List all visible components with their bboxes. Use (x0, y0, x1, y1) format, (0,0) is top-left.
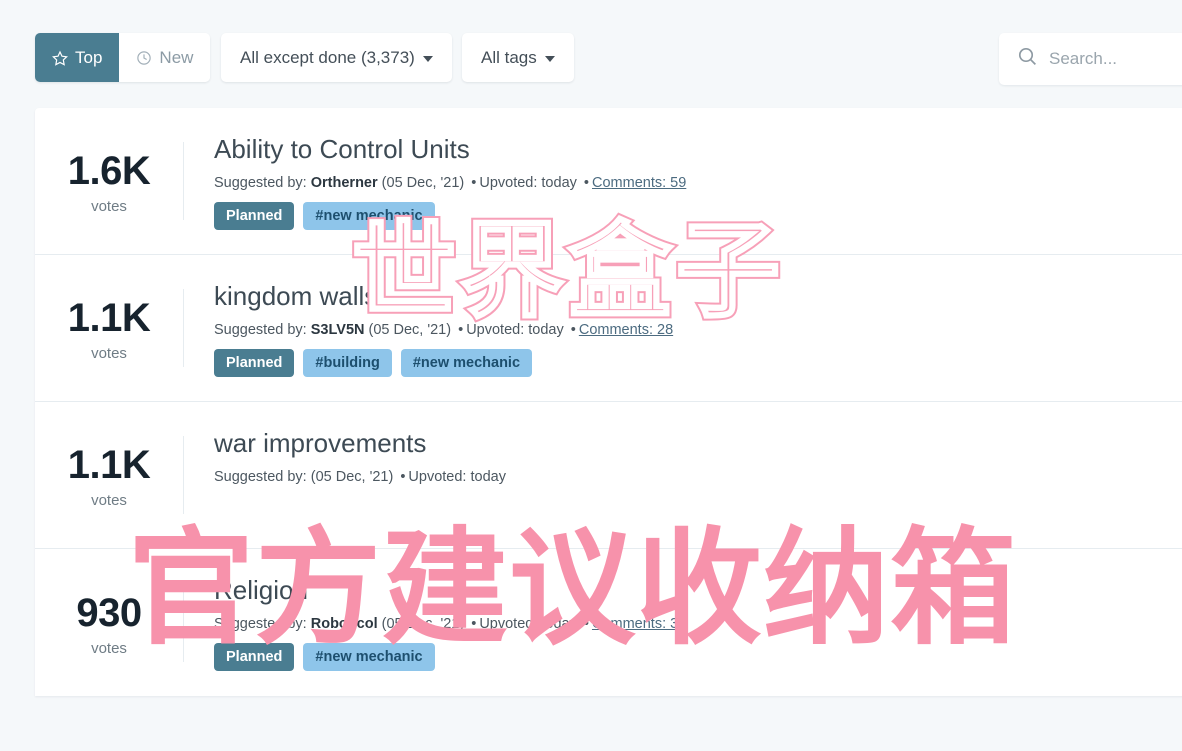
sort-tab-top[interactable]: Top (35, 33, 120, 82)
post-content: war improvements Suggested by: (05 Dec, … (184, 422, 1182, 528)
tag-row: Planned #building #new mechanic (214, 348, 1182, 377)
post-content: Ability to Control Units Suggested by: O… (184, 128, 1182, 234)
tag-filter-button[interactable]: All tags (462, 33, 574, 82)
comments-link[interactable]: Comments: 59 (592, 175, 686, 191)
tag-row: Planned #new mechanic (214, 642, 1182, 671)
search-input[interactable] (1049, 49, 1182, 69)
sort-toggle-group: Top New (35, 33, 211, 82)
post-content: Religion Suggested by: Roboticol (05 Dec… (184, 569, 1182, 676)
search-box[interactable] (999, 33, 1182, 85)
meta-prefix: Suggested by: (214, 174, 307, 191)
chevron-down-icon (544, 56, 555, 62)
search-icon (1017, 46, 1038, 72)
vote-label: votes (91, 492, 127, 509)
comments-link[interactable]: Comments: 28 (579, 322, 673, 338)
post-title[interactable]: war improvements (214, 428, 1182, 459)
status-badge: Planned (214, 201, 295, 230)
post-upvoted: Upvoted: today (479, 174, 577, 191)
post-meta: Suggested by: S3LV5N (05 Dec, '21) • Upvo… (214, 321, 674, 338)
toolbar: Top New All except done (3,373) All tags (0, 0, 1182, 96)
meta-prefix: Suggested by: (214, 321, 307, 338)
vote-count: 1.1K (67, 296, 151, 340)
post-author[interactable]: Ortherner (311, 175, 378, 191)
vote-label: votes (91, 639, 127, 657)
status-badge: Planned (214, 348, 295, 377)
clock-icon (136, 50, 152, 66)
sort-tab-new[interactable]: New (119, 33, 211, 82)
post-row[interactable]: 930 votes Religion Suggested by: Robotic… (35, 549, 1182, 696)
vote-label: votes (91, 345, 127, 362)
post-row[interactable]: 1.1K votes kingdom walls Suggested by: S… (35, 255, 1182, 402)
vote-count: 1.6K (67, 149, 151, 193)
post-upvoted: Upvoted: today (466, 321, 564, 338)
post-date: (05 Dec, '21) (310, 468, 394, 485)
page-root: Top New All except done (3,373) All tags (0, 0, 1182, 751)
post-tag[interactable]: #building (303, 348, 392, 377)
post-title[interactable]: Religion (214, 575, 1182, 606)
post-date: (05 Dec, '21) (381, 174, 465, 191)
vote-count: 1.1K (67, 443, 151, 487)
post-meta: Suggested by: Roboticol (05 Dec, '21) • U… (214, 615, 687, 632)
post-author[interactable]: Roboticol (311, 616, 378, 632)
post-title[interactable]: Ability to Control Units (214, 134, 1182, 165)
status-filter-label: All except done (3,373) (240, 47, 415, 67)
status-badge: Planned (214, 642, 295, 671)
vote-label: votes (91, 198, 127, 215)
post-tag[interactable]: #new mechanic (400, 348, 533, 377)
vote-column[interactable]: 1.1K votes (35, 422, 183, 528)
star-icon (52, 50, 68, 66)
post-title[interactable]: kingdom walls (214, 281, 1182, 312)
post-tag[interactable]: #new mechanic (303, 642, 435, 671)
tag-row: Planned #new mechanic (214, 201, 1182, 230)
post-upvoted: Upvoted: today (479, 615, 577, 632)
vote-column[interactable]: 930 votes (35, 569, 183, 676)
post-meta: Suggested by: Ortherner (05 Dec, '21) • U… (214, 174, 687, 191)
status-filter-button[interactable]: All except done (3,373) (221, 33, 452, 82)
tag-filter-label: All tags (481, 47, 537, 67)
comments-link[interactable]: Comments: 33 (592, 616, 686, 632)
post-row[interactable]: 1.1K votes war improvements Suggested by… (35, 402, 1182, 549)
post-meta: Suggested by: (05 Dec, '21) • Upvoted: to… (214, 468, 506, 485)
sort-tab-top-label: Top (75, 47, 103, 67)
post-content: kingdom walls Suggested by: S3LV5N (05 D… (184, 275, 1182, 381)
meta-prefix: Suggested by: (214, 615, 307, 632)
post-date: (05 Dec, '21) (381, 615, 465, 632)
vote-count: 930 (76, 590, 142, 635)
post-author[interactable]: S3LV5N (311, 322, 365, 338)
vote-column[interactable]: 1.1K votes (35, 275, 183, 381)
post-row[interactable]: 1.6K votes Ability to Control Units Sugg… (35, 108, 1182, 255)
meta-prefix: Suggested by: (214, 468, 307, 485)
post-upvoted: Upvoted: today (408, 468, 506, 485)
vote-column[interactable]: 1.6K votes (35, 128, 183, 234)
post-date: (05 Dec, '21) (368, 321, 452, 338)
post-tag[interactable]: #new mechanic (303, 201, 435, 230)
sort-tab-new-label: New (159, 47, 194, 67)
chevron-down-icon (422, 56, 433, 62)
post-list: 1.6K votes Ability to Control Units Sugg… (35, 108, 1182, 696)
